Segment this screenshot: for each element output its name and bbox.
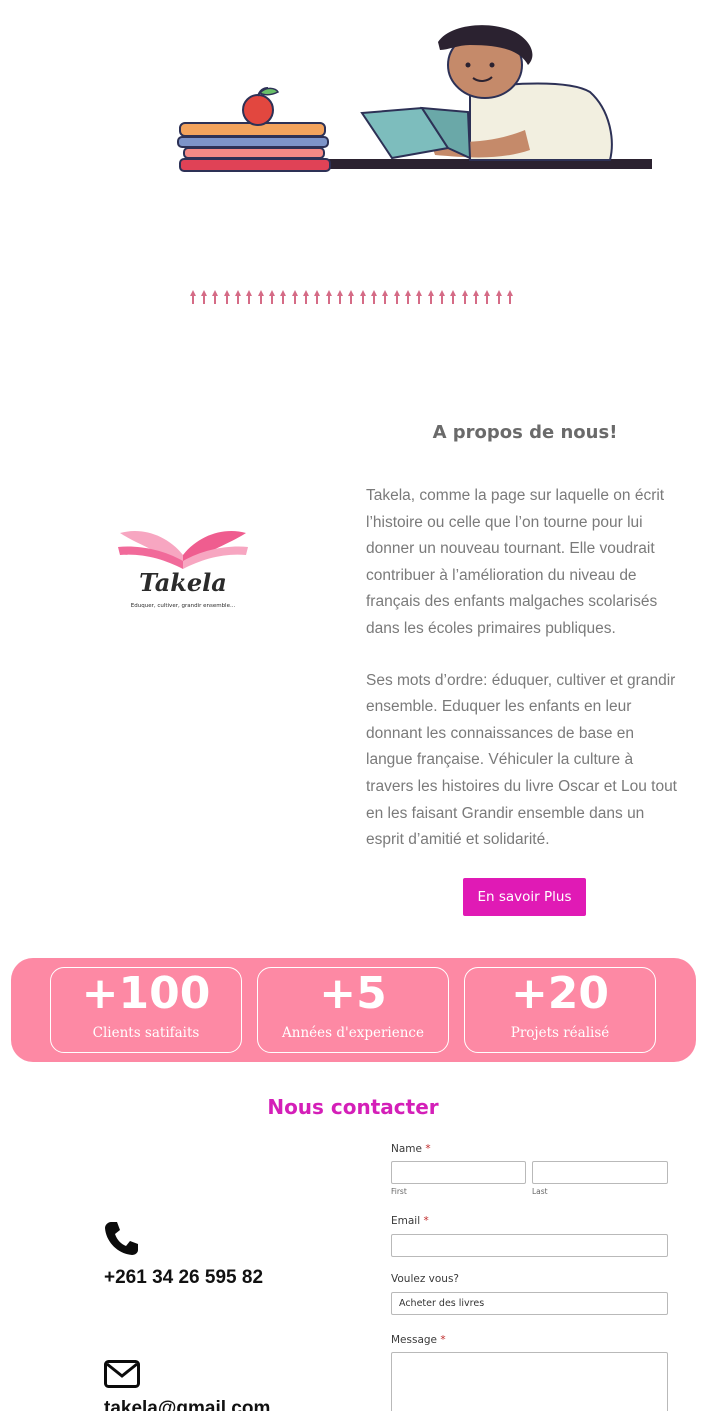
first-name-input[interactable] <box>391 1161 526 1184</box>
hero-illustration <box>177 25 652 172</box>
learn-more-button[interactable]: En savoir Plus <box>463 878 586 916</box>
last-sublabel: Last <box>532 1187 548 1196</box>
email-address: takela@gmail.com <box>104 1398 271 1411</box>
envelope-icon <box>104 1360 140 1388</box>
contact-title: Nous contacter <box>267 1095 439 1119</box>
about-title: A propos de nous! <box>432 422 618 443</box>
stat-value: +5 <box>319 968 387 1019</box>
stat-label: Clients satifaits <box>92 1025 200 1041</box>
message-textarea[interactable] <box>391 1352 668 1411</box>
phone-icon <box>105 1222 138 1255</box>
email-label: Email * <box>391 1215 429 1227</box>
stat-label: Projets réalisé <box>510 1025 610 1041</box>
phone-number: +261 34 26 595 82 <box>104 1267 264 1288</box>
choice-select[interactable]: Acheter des livres <box>391 1292 668 1315</box>
last-name-input[interactable] <box>532 1161 668 1184</box>
stat-label: Années d'experience <box>282 1025 424 1041</box>
stat-value: +20 <box>510 968 610 1019</box>
svg-text:Takela: Takela <box>139 568 227 597</box>
decorative-divider <box>190 290 513 304</box>
choice-label: Voulez vous? <box>391 1273 460 1285</box>
stats-band: +100 Clients satifaits +5 Années d'exper… <box>11 958 696 1062</box>
about-paragraph-1: Takela, comme la page sur laquelle on éc… <box>366 487 665 637</box>
message-label: Message * <box>391 1334 446 1346</box>
stat-card-clients: +100 Clients satifaits <box>50 967 242 1053</box>
stat-card-projects: +20 Projets réalisé <box>464 967 656 1053</box>
about-paragraph-2: Ses mots d’ordre: éduquer, cultiver et g… <box>366 671 677 849</box>
stat-value: +100 <box>81 968 211 1019</box>
takela-logo: Takela Eduquer, cultiver, grandir ensemb… <box>118 531 248 609</box>
stat-card-experience: +5 Années d'experience <box>257 967 449 1053</box>
about-description: Takela, comme la page sur laquelle on éc… <box>366 483 684 854</box>
first-sublabel: First <box>391 1187 407 1196</box>
svg-text:Eduquer, cultiver, grandir ens: Eduquer, cultiver, grandir ensemble... <box>131 603 236 609</box>
email-input[interactable] <box>391 1234 668 1257</box>
name-label: Name * <box>391 1143 431 1155</box>
